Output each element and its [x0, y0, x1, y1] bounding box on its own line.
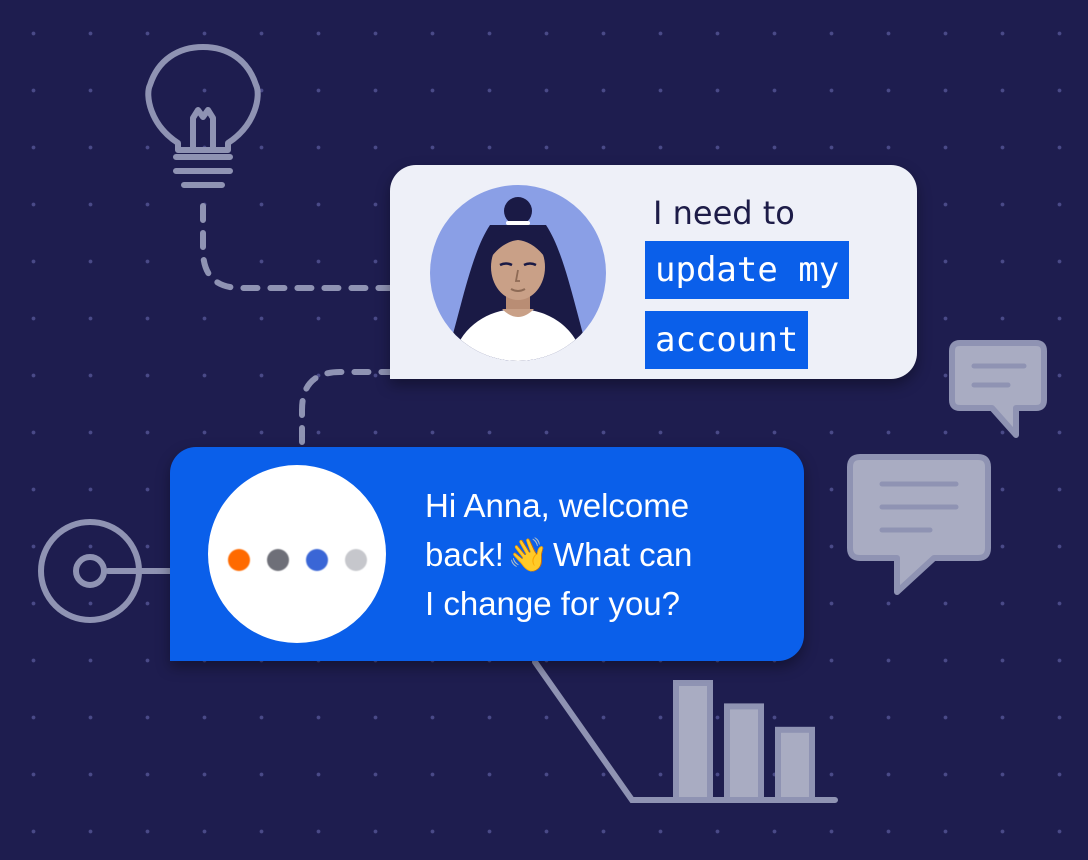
- typing-dot: [228, 549, 250, 571]
- avatar: [430, 185, 606, 361]
- bar-chart-bar: [775, 726, 815, 803]
- typing-dot: [306, 549, 328, 571]
- bot-message-line: back! 👋 What can: [425, 530, 765, 579]
- user-message-bubble: I need to update my account: [390, 165, 917, 379]
- user-message-line: I need to: [653, 194, 795, 232]
- bar-chart-bar: [724, 703, 764, 804]
- bot-message-bubble: Hi Anna, welcome back! 👋 What can I change…: [170, 447, 804, 661]
- bot-message-fragment: What can: [552, 536, 693, 573]
- bot-message-line: Hi Anna, welcome: [425, 487, 690, 524]
- chat-bubble-icon: [847, 454, 991, 595]
- typing-dot: [267, 549, 289, 571]
- highlighted-phrase: account: [645, 311, 809, 369]
- waving-hand-emoji: 👋: [507, 536, 549, 573]
- user-message-text: I need to update my account: [645, 193, 850, 381]
- avatar-illustration: [445, 197, 591, 361]
- dashed-connector-middle: [299, 369, 403, 445]
- lightbulb-icon: [145, 44, 261, 188]
- bot-message-line: I change for you?: [425, 585, 681, 622]
- bot-message-fragment: back!: [425, 536, 504, 573]
- bot-message-text: Hi Anna, welcome back! 👋 What can I change…: [425, 481, 765, 628]
- bar-chart-bar: [673, 680, 713, 803]
- background-decorations: [38, 44, 1047, 804]
- highlighted-phrase: update my: [645, 241, 850, 299]
- chat-bubble-icon: [949, 340, 1047, 438]
- typing-indicator: [208, 465, 386, 643]
- typing-dot: [345, 549, 367, 571]
- bar-chart-icon: [673, 680, 815, 804]
- dashed-connector-top: [200, 203, 393, 291]
